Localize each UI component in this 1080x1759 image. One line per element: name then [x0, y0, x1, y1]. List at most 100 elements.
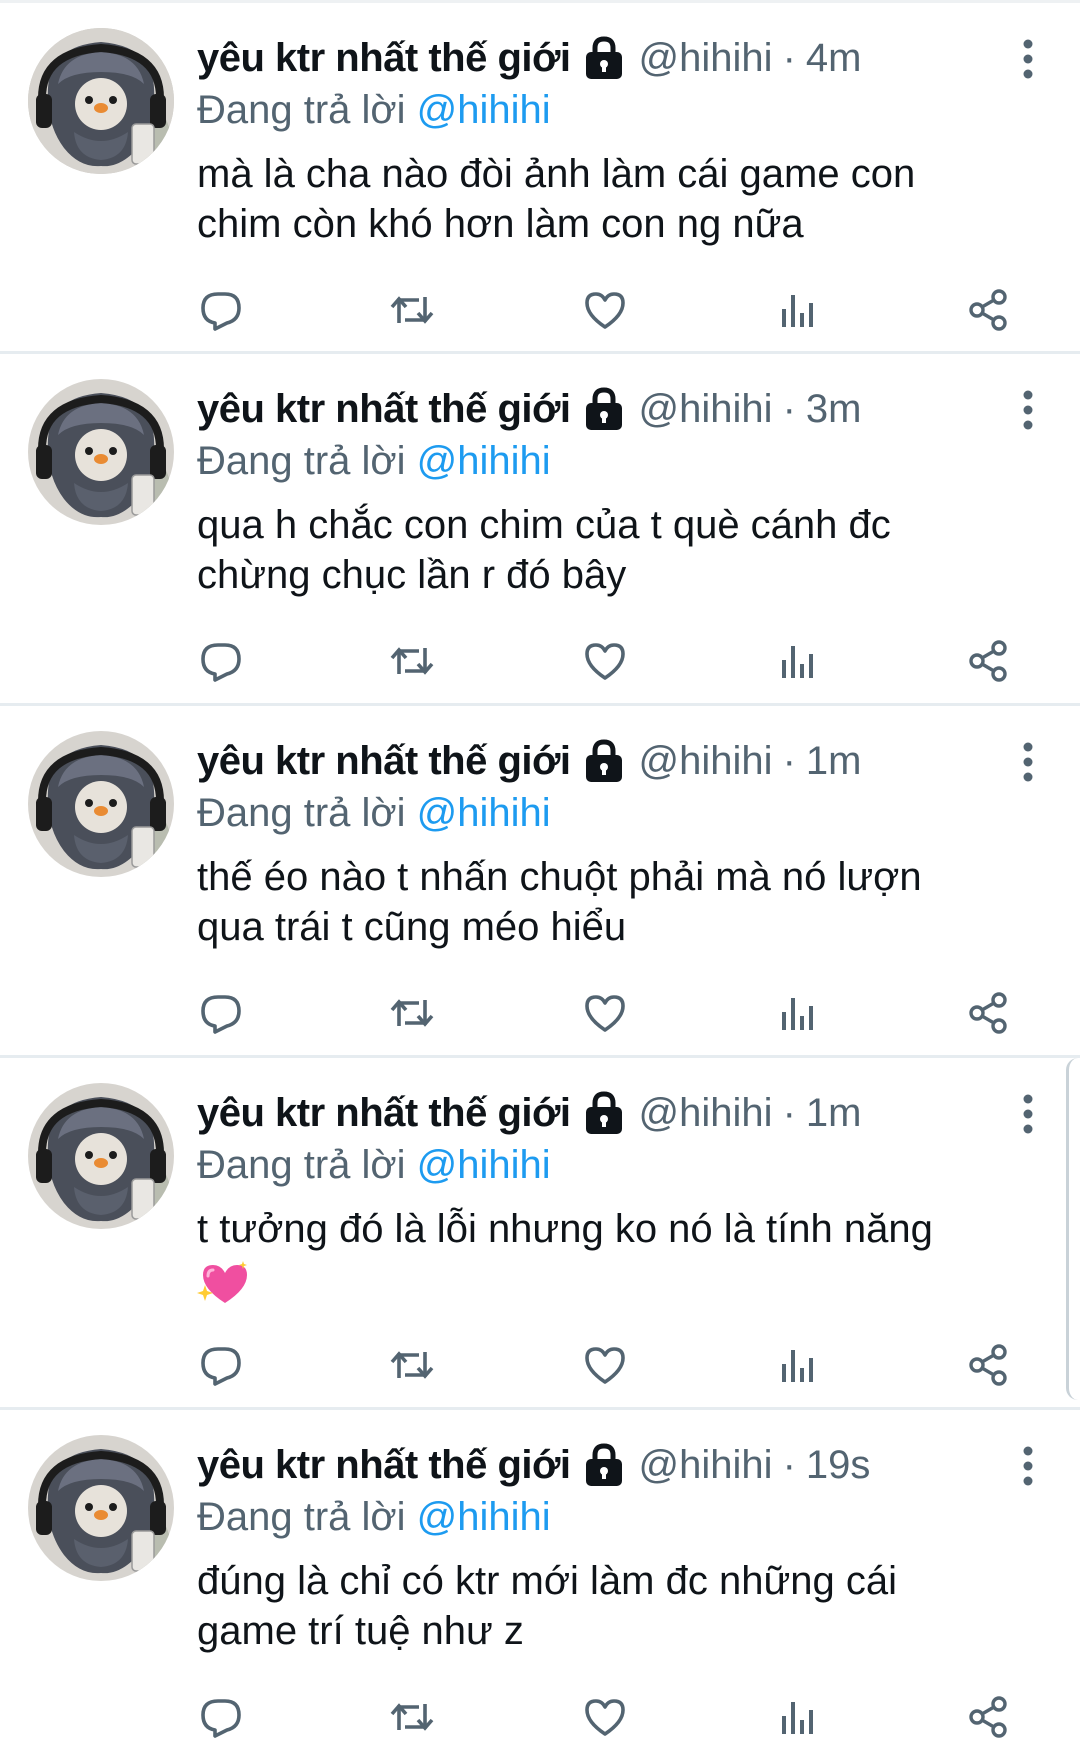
separator: ·: [782, 739, 796, 783]
replying-to: Đang trả lời @hihihi: [197, 85, 551, 135]
like-icon[interactable]: [580, 636, 630, 686]
avatar[interactable]: [28, 379, 174, 525]
retweet-icon[interactable]: [387, 988, 437, 1038]
views-icon[interactable]: [772, 1340, 822, 1390]
lock-icon: [583, 386, 625, 432]
tweet[interactable]: yêu ktr nhất thế giới @hihihi · 1m Đang …: [0, 1055, 1080, 1406]
display-name[interactable]: yêu ktr nhất thế giới: [197, 734, 571, 788]
tweet-header: yêu ktr nhất thế giới @hihihi · 4m: [197, 31, 861, 85]
avatar[interactable]: [28, 28, 174, 174]
retweet-icon[interactable]: [387, 636, 437, 686]
tweet-text-content: t tưởng đó là lỗi nhưng ko nó là tính nă…: [197, 1207, 933, 1251]
avatar-image: [28, 379, 174, 525]
avatar-image: [28, 1435, 174, 1581]
display-name[interactable]: yêu ktr nhất thế giới: [197, 1086, 571, 1140]
tweet-header: yêu ktr nhất thế giới @hihihi · 1m: [197, 734, 861, 788]
lock-icon: [583, 1090, 625, 1136]
views-icon[interactable]: [772, 285, 822, 335]
more-options-icon[interactable]: [1016, 388, 1040, 432]
tweet-actions: [0, 285, 1080, 335]
more-options-icon[interactable]: [1016, 37, 1040, 81]
avatar[interactable]: [28, 731, 174, 877]
lock-icon: [583, 1442, 625, 1488]
like-icon[interactable]: [580, 988, 630, 1038]
reply-icon[interactable]: [196, 1692, 246, 1742]
tweet[interactable]: yêu ktr nhất thế giới @hihihi · 1m Đang …: [0, 703, 1080, 1054]
views-icon[interactable]: [772, 988, 822, 1038]
like-icon[interactable]: [580, 285, 630, 335]
tweet-actions: [0, 1340, 1080, 1390]
retweet-icon[interactable]: [387, 1340, 437, 1390]
tweet-text: t tưởng đó là lỗi nhưng ko nó là tính nă…: [197, 1204, 1007, 1307]
lock-icon: [583, 35, 625, 81]
tweet-header: yêu ktr nhất thế giới @hihihi · 1m: [197, 1086, 861, 1140]
timestamp[interactable]: 1m: [806, 1086, 862, 1140]
share-icon[interactable]: [964, 636, 1014, 686]
reply-mention-link[interactable]: @hihihi: [417, 1143, 551, 1187]
scroll-edge: [1066, 1058, 1080, 1400]
avatar[interactable]: [28, 1083, 174, 1229]
timestamp[interactable]: 4m: [806, 31, 862, 85]
share-icon[interactable]: [964, 1692, 1014, 1742]
replying-to-label: Đang trả lời: [197, 439, 417, 483]
share-icon[interactable]: [964, 1340, 1014, 1390]
tweet-actions: [0, 1692, 1080, 1742]
separator: ·: [782, 1443, 796, 1487]
separator: ·: [782, 387, 796, 431]
tweet[interactable]: yêu ktr nhất thế giới @hihihi · 4m Đang …: [0, 0, 1080, 351]
more-options-icon[interactable]: [1016, 740, 1040, 784]
lock-icon: [583, 738, 625, 784]
replying-to: Đang trả lời @hihihi: [197, 788, 551, 838]
reply-thread-feed: yêu ktr nhất thế giới @hihihi · 4m Đang …: [0, 0, 1080, 1759]
replying-to: Đang trả lời @hihihi: [197, 436, 551, 486]
more-options-icon[interactable]: [1016, 1444, 1040, 1488]
reply-icon[interactable]: [196, 1340, 246, 1390]
display-name[interactable]: yêu ktr nhất thế giới: [197, 1438, 571, 1492]
replying-to: Đang trả lời @hihihi: [197, 1492, 551, 1542]
tweet-text: qua h chắc con chim của t què cánh đc ch…: [197, 503, 891, 597]
like-icon[interactable]: [580, 1692, 630, 1742]
avatar[interactable]: [28, 1435, 174, 1581]
reply-mention-link[interactable]: @hihihi: [417, 88, 551, 132]
tweet-actions: [0, 636, 1080, 686]
replying-to-label: Đang trả lời: [197, 1495, 417, 1539]
tweet-text: đúng là chỉ có ktr mới làm đc những cái …: [197, 1559, 897, 1653]
user-handle[interactable]: @hihihi: [639, 1438, 773, 1492]
tweet[interactable]: yêu ktr nhất thế giới @hihihi · 3m Đang …: [0, 351, 1080, 702]
separator: ·: [782, 1091, 796, 1135]
user-handle[interactable]: @hihihi: [639, 1086, 773, 1140]
retweet-icon[interactable]: [387, 285, 437, 335]
replying-to-label: Đang trả lời: [197, 791, 417, 835]
more-options-icon[interactable]: [1016, 1092, 1040, 1136]
tweet-text: mà là cha nào đòi ảnh làm cái game con c…: [197, 152, 916, 246]
timestamp[interactable]: 3m: [806, 382, 862, 436]
user-handle[interactable]: @hihihi: [639, 31, 773, 85]
tweet[interactable]: yêu ktr nhất thế giới @hihihi · 19s Đang…: [0, 1407, 1080, 1758]
reply-icon[interactable]: [196, 636, 246, 686]
user-handle[interactable]: @hihihi: [639, 382, 773, 436]
share-icon[interactable]: [964, 988, 1014, 1038]
views-icon[interactable]: [772, 1692, 822, 1742]
replying-to: Đang trả lời @hihihi: [197, 1140, 551, 1190]
reply-icon[interactable]: [196, 285, 246, 335]
replying-to-label: Đang trả lời: [197, 88, 417, 132]
sparkling-heart-icon: [197, 1259, 249, 1307]
reply-icon[interactable]: [196, 988, 246, 1038]
tweet-text: thế éo nào t nhấn chuột phải mà nó lượn …: [197, 855, 922, 949]
user-handle[interactable]: @hihihi: [639, 734, 773, 788]
reply-mention-link[interactable]: @hihihi: [417, 439, 551, 483]
tweet-header: yêu ktr nhất thế giới @hihihi · 3m: [197, 382, 861, 436]
views-icon[interactable]: [772, 636, 822, 686]
replying-to-label: Đang trả lời: [197, 1143, 417, 1187]
like-icon[interactable]: [580, 1340, 630, 1390]
reply-mention-link[interactable]: @hihihi: [417, 791, 551, 835]
timestamp[interactable]: 1m: [806, 734, 862, 788]
timestamp[interactable]: 19s: [806, 1438, 871, 1492]
separator: ·: [782, 36, 796, 80]
share-icon[interactable]: [964, 285, 1014, 335]
retweet-icon[interactable]: [387, 1692, 437, 1742]
display-name[interactable]: yêu ktr nhất thế giới: [197, 31, 571, 85]
display-name[interactable]: yêu ktr nhất thế giới: [197, 382, 571, 436]
reply-mention-link[interactable]: @hihihi: [417, 1495, 551, 1539]
tweet-actions: [0, 988, 1080, 1038]
